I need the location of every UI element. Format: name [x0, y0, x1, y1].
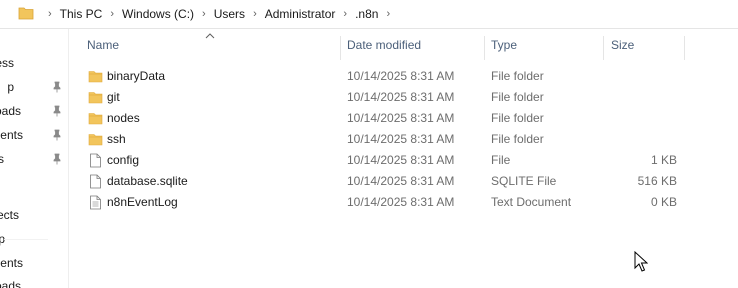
- chevron-right-icon[interactable]: ›: [202, 8, 206, 20]
- file-size: 516 KB: [637, 174, 677, 188]
- pin-icon: [53, 129, 61, 141]
- file-date-modified: 10/14/2025 8:31 AM: [347, 174, 455, 188]
- file-name[interactable]: config: [107, 153, 139, 167]
- pin-icon: [53, 81, 61, 93]
- nav-item-downloads-2[interactable]: oads: [0, 277, 68, 288]
- folder-icon: [88, 113, 103, 125]
- file-row[interactable]: nodes 10/14/2025 8:31 AM File folder: [80, 108, 690, 129]
- nav-item-downloads[interactable]: oads: [0, 102, 68, 122]
- pin-icon: [53, 153, 61, 165]
- file-row[interactable]: ssh 10/14/2025 8:31 AM File folder: [80, 129, 690, 150]
- file-row[interactable]: git 10/14/2025 8:31 AM File folder: [80, 87, 690, 108]
- file-icon: [90, 174, 101, 189]
- file-date-modified: 10/14/2025 8:31 AM: [347, 69, 455, 83]
- column-divider[interactable]: [684, 36, 685, 60]
- nav-item-pictures[interactable]: s: [0, 150, 68, 170]
- file-row[interactable]: config 10/14/2025 8:31 AM File 1 KB: [80, 150, 690, 171]
- folder-icon: [88, 134, 103, 146]
- file-date-modified: 10/14/2025 8:31 AM: [347, 132, 455, 146]
- folder-icon: [88, 92, 103, 104]
- file-size: 1 KB: [650, 153, 677, 167]
- breadcrumb-administrator[interactable]: Administrator: [265, 7, 336, 21]
- file-row[interactable]: n8nEventLog 10/14/2025 8:31 AM Text Docu…: [80, 192, 690, 213]
- column-divider[interactable]: [340, 36, 341, 60]
- breadcrumb-this-pc[interactable]: This PC: [60, 7, 103, 21]
- nav-item-quick-access[interactable]: ccess: [0, 54, 68, 74]
- chevron-right-icon[interactable]: ›: [48, 8, 52, 20]
- nav-divider: [4, 239, 48, 240]
- text-file-icon: [90, 195, 101, 210]
- file-date-modified: 10/14/2025 8:31 AM: [347, 111, 455, 125]
- file-name[interactable]: git: [107, 90, 120, 104]
- file-icon: [90, 153, 101, 168]
- file-row[interactable]: database.sqlite 10/14/2025 8:31 AM SQLIT…: [80, 171, 690, 192]
- file-date-modified: 10/14/2025 8:31 AM: [347, 195, 455, 209]
- file-type: File folder: [491, 111, 544, 125]
- chevron-right-icon[interactable]: ›: [386, 8, 390, 20]
- mouse-cursor-icon: [634, 251, 648, 272]
- pin-icon: [53, 105, 61, 117]
- nav-item-3d-objects[interactable]: ects: [0, 206, 68, 226]
- navigation-pane[interactable]: ccess p oads ments s ects p ments oads: [0, 29, 69, 288]
- file-name[interactable]: database.sqlite: [107, 174, 188, 188]
- folder-icon: [18, 7, 34, 20]
- column-divider[interactable]: [484, 36, 485, 60]
- nav-item-desktop[interactable]: p: [0, 78, 68, 98]
- breadcrumb-windows-c[interactable]: Windows (C:): [122, 7, 194, 21]
- breadcrumb: › This PC › Windows (C:) › Users › Admin…: [40, 0, 398, 28]
- chevron-right-icon[interactable]: ›: [253, 8, 257, 20]
- column-header-size[interactable]: Size: [611, 38, 683, 60]
- column-header-type[interactable]: Type: [491, 38, 601, 60]
- nav-item-documents-2[interactable]: ments: [0, 254, 68, 274]
- file-name[interactable]: binaryData: [107, 69, 165, 83]
- column-header-name[interactable]: Name: [87, 38, 339, 60]
- chevron-right-icon[interactable]: ›: [110, 8, 114, 20]
- address-bar[interactable]: › This PC › Windows (C:) › Users › Admin…: [0, 0, 738, 29]
- file-date-modified: 10/14/2025 8:31 AM: [347, 153, 455, 167]
- file-type: File folder: [491, 132, 544, 146]
- file-type: File folder: [491, 69, 544, 83]
- file-row[interactable]: binaryData 10/14/2025 8:31 AM File folde…: [80, 66, 690, 87]
- column-divider[interactable]: [603, 36, 604, 60]
- file-name[interactable]: nodes: [107, 111, 140, 125]
- file-type: SQLITE File: [491, 174, 557, 188]
- file-type: File folder: [491, 90, 544, 104]
- nav-item-desktop-2[interactable]: p: [0, 230, 68, 250]
- nav-item-documents[interactable]: ments: [0, 126, 68, 146]
- file-date-modified: 10/14/2025 8:31 AM: [347, 90, 455, 104]
- column-header-date-modified[interactable]: Date modified: [347, 38, 483, 60]
- folder-icon: [88, 71, 103, 83]
- file-name[interactable]: ssh: [107, 132, 126, 146]
- file-type: Text Document: [491, 195, 572, 209]
- file-type: File: [491, 153, 511, 167]
- breadcrumb-n8n[interactable]: .n8n: [355, 7, 378, 21]
- chevron-right-icon[interactable]: ›: [343, 8, 347, 20]
- breadcrumb-users[interactable]: Users: [214, 7, 245, 21]
- file-name[interactable]: n8nEventLog: [107, 195, 178, 209]
- file-size: 0 KB: [650, 195, 677, 209]
